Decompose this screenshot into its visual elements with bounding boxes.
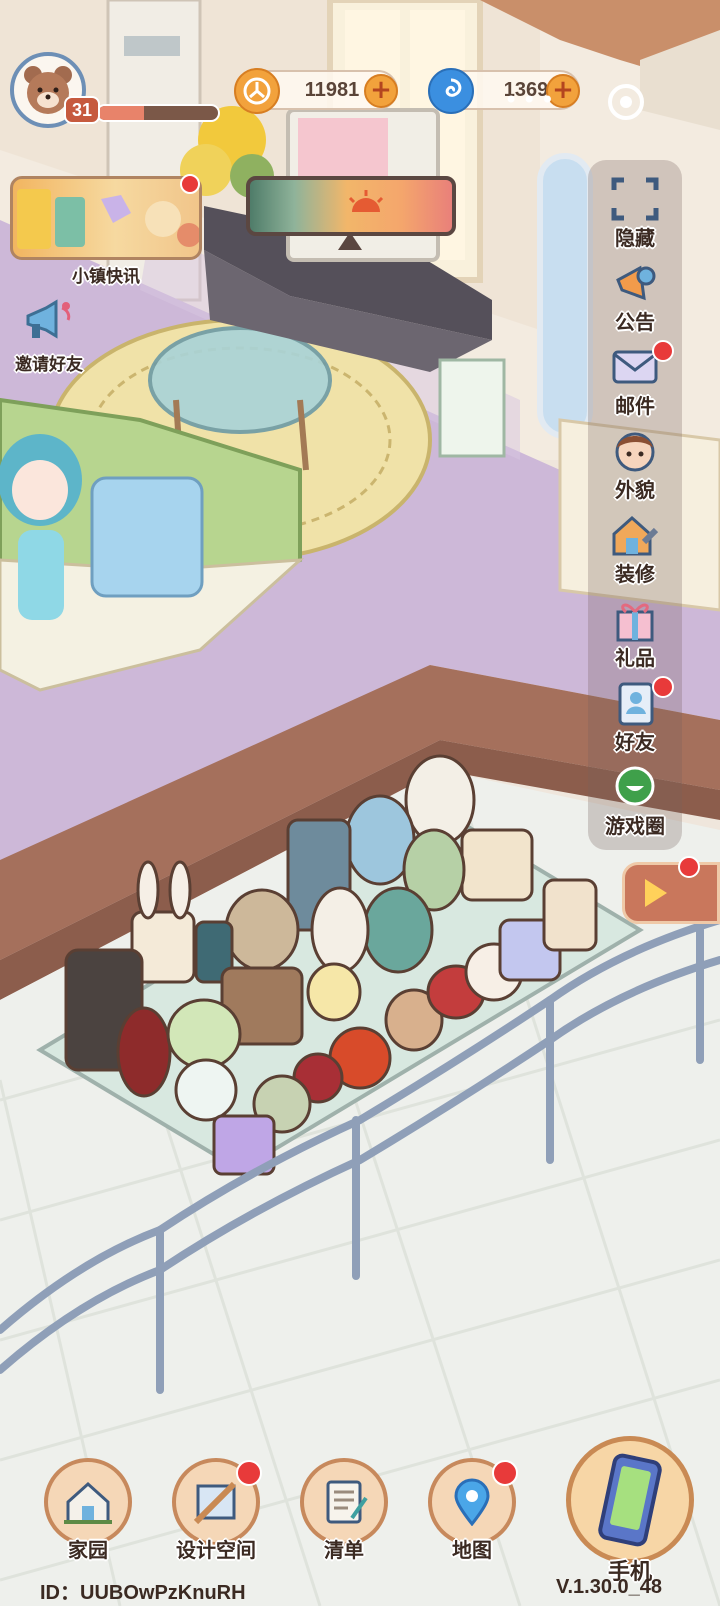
town-news-banner — [17, 189, 199, 249]
swirl-gem-icon — [428, 68, 474, 114]
gift-box-icon — [616, 603, 654, 642]
house-icon — [64, 1481, 112, 1524]
coin-value: 11981 — [304, 78, 360, 101]
side-item-label: 公告 — [615, 310, 655, 334]
nav-map-button[interactable]: 地图 — [422, 1458, 522, 1578]
nav-design-label: 设计空间 — [176, 1538, 256, 1562]
time-weather-bar[interactable] — [246, 176, 456, 236]
side-item-label: 游戏圈 — [605, 814, 665, 838]
nav-home-label: 家园 — [68, 1538, 108, 1562]
side-item-notice[interactable]: 公告 — [594, 256, 676, 336]
level-badge: 31 — [64, 96, 100, 124]
xp-progress-fill — [98, 106, 144, 120]
sun-icon — [348, 190, 384, 212]
side-item-friends[interactable]: 好友 — [594, 676, 676, 756]
side-item-label: 礼品 — [615, 646, 655, 670]
news-notification-dot — [180, 174, 200, 194]
nav-design-button[interactable]: 设计空间 — [166, 1458, 266, 1578]
chat-bubble-icon — [615, 766, 655, 806]
side-item-label: 邮件 — [615, 394, 655, 418]
target-icon[interactable] — [608, 84, 644, 120]
side-item-hide[interactable]: 隐藏 — [594, 172, 676, 252]
design-notification-dot — [236, 1460, 262, 1486]
friends-notification-dot — [652, 676, 674, 698]
expand-notification-dot — [678, 856, 700, 878]
megaphone-icon[interactable] — [22, 298, 74, 344]
design-ruler-icon — [193, 1481, 237, 1525]
side-item-decorate[interactable]: 装修 — [594, 508, 676, 588]
map-notification-dot — [492, 1460, 518, 1486]
more-menu-dots[interactable]: ••• — [504, 86, 564, 114]
side-item-game-circle[interactable]: 游戏圈 — [594, 760, 676, 840]
nav-home-button[interactable]: 家园 — [38, 1458, 138, 1578]
hide-frame-icon — [611, 177, 659, 221]
side-item-label: 外貌 — [615, 478, 655, 502]
xp-progress-bar — [96, 104, 220, 122]
side-item-label: 隐藏 — [615, 226, 655, 250]
coin-counter[interactable]: 11981 + — [234, 68, 398, 114]
town-news-label: 小镇快讯 — [72, 267, 140, 287]
checklist-icon — [326, 1480, 368, 1524]
side-item-gift[interactable]: 礼品 — [594, 592, 676, 672]
map-pin-icon — [454, 1478, 490, 1526]
character-face-icon — [615, 432, 655, 472]
phone-icon — [598, 1453, 662, 1547]
coin-icon — [234, 68, 280, 114]
side-item-appearance[interactable]: 外貌 — [594, 424, 676, 504]
expand-menu-button[interactable] — [622, 862, 720, 924]
nav-map-label: 地图 — [452, 1538, 492, 1562]
side-item-label: 装修 — [615, 562, 655, 586]
announcement-icon — [616, 265, 656, 301]
invite-friends-label[interactable]: 邀请好友 — [4, 350, 94, 375]
add-coin-button[interactable]: + — [364, 74, 398, 108]
house-wrench-icon — [612, 515, 659, 556]
nav-list-button[interactable]: 清单 — [294, 1458, 394, 1578]
side-item-mail[interactable]: 邮件 — [594, 340, 676, 420]
phone-button[interactable]: 手机 — [566, 1436, 696, 1586]
side-item-label: 好友 — [615, 730, 655, 754]
nav-list-label: 清单 — [324, 1538, 364, 1562]
player-id: ID：UUBOwPzKnuRH — [40, 1582, 246, 1604]
mail-notification-dot — [652, 340, 674, 362]
time-pointer-icon — [338, 232, 362, 250]
version-text: V.1.30.0_48 — [556, 1576, 663, 1598]
town-news-card[interactable] — [10, 176, 202, 260]
